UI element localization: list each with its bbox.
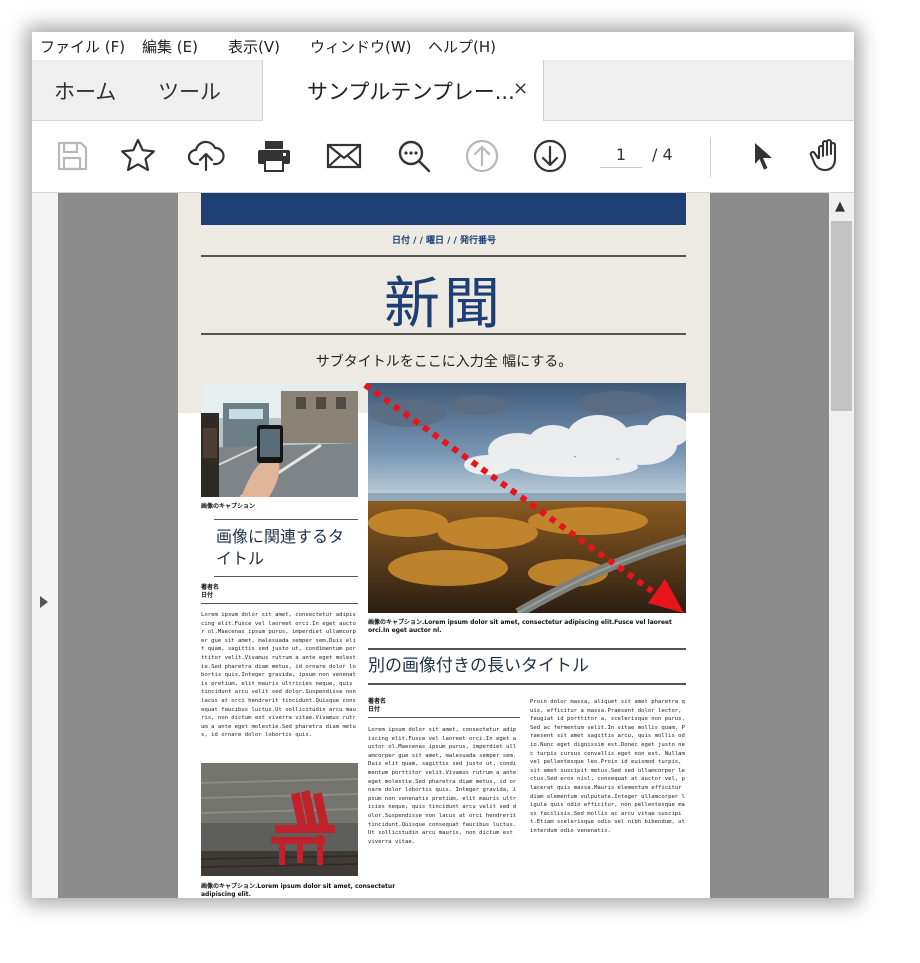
subtitle: サブタイトルをここに入力全 幅にする。 bbox=[315, 354, 573, 370]
page-number-input[interactable]: 1 bbox=[600, 143, 642, 168]
chair-photo bbox=[201, 763, 358, 876]
cloud-upload-icon[interactable] bbox=[184, 134, 228, 178]
rule-top bbox=[201, 255, 686, 257]
main-title-rule-bottom bbox=[368, 683, 686, 685]
scroll-up-icon[interactable]: ▲ bbox=[835, 199, 845, 214]
left-byline-rule bbox=[201, 603, 358, 604]
save-icon[interactable] bbox=[50, 134, 94, 178]
left-byline: 著者名 日付 bbox=[201, 584, 220, 599]
hand-tool-icon[interactable] bbox=[806, 134, 850, 178]
acrobat-window: ファイル (F) 編集 (E) 表示(V) ウィンドウ(W) ヘルプ(H) ホー… bbox=[32, 32, 854, 898]
header-color-band bbox=[201, 193, 686, 225]
left-title-rule-bottom bbox=[214, 576, 358, 577]
menu-bar: ファイル (F) 編集 (E) 表示(V) ウィンドウ(W) ヘルプ(H) bbox=[32, 32, 854, 60]
left-photo-caption: 画像のキャプション bbox=[201, 503, 256, 510]
tab-bar: ホーム ツール サンプルテンプレー... × bbox=[32, 60, 854, 121]
tab-tools[interactable]: ツール bbox=[158, 76, 221, 106]
left-pane-toggle[interactable] bbox=[32, 193, 58, 898]
main-title-rule-top bbox=[368, 648, 686, 650]
select-cursor-icon[interactable] bbox=[740, 134, 784, 178]
tab-document-label: サンプルテンプレー... bbox=[307, 80, 515, 104]
toolbar-divider bbox=[710, 137, 711, 177]
document-page: 日付 / / 曜日 / / 発行番号 新聞 サブタイトルをここに入力全 幅にする… bbox=[178, 193, 710, 898]
left-title-rule-top bbox=[214, 519, 358, 520]
main-article-body-col2: Proin dolor massa, aliquet sit amet phar… bbox=[530, 699, 685, 834]
main-byline-rule bbox=[368, 717, 520, 718]
print-icon[interactable] bbox=[252, 134, 296, 178]
page-count: / 4 bbox=[652, 145, 673, 164]
zoom-icon[interactable] bbox=[392, 134, 436, 178]
main-photo-caption: 画像のキャプション.Lorem ipsum dolor sit amet, co… bbox=[368, 619, 672, 634]
star-icon[interactable] bbox=[116, 134, 160, 178]
main-article-body-col1: Lorem ipsum dolor sit amet, consectetur … bbox=[368, 727, 517, 845]
vertical-scrollbar[interactable]: ▲ bbox=[829, 193, 854, 898]
tab-home[interactable]: ホーム bbox=[54, 76, 116, 106]
menu-window[interactable]: ウィンドウ(W) bbox=[310, 36, 412, 57]
scroll-thumb[interactable] bbox=[831, 221, 852, 411]
street-photo bbox=[201, 383, 358, 497]
main-byline: 著者名 日付 bbox=[368, 698, 387, 713]
landscape-photo bbox=[368, 383, 686, 613]
left-article-title: 画像に関連するタイトル bbox=[216, 527, 345, 568]
page-down-icon[interactable] bbox=[528, 134, 572, 178]
masthead-title: 新聞 bbox=[384, 272, 504, 337]
close-icon[interactable]: × bbox=[513, 78, 528, 99]
rule-bottom bbox=[201, 333, 686, 335]
menu-view[interactable]: 表示(V) bbox=[228, 36, 280, 57]
chair-photo-caption: 画像のキャプション.Lorem ipsum dolor sit amet, co… bbox=[201, 883, 396, 898]
main-article-title: 別の画像付きの長いタイトル bbox=[368, 656, 589, 676]
expand-arrow-icon[interactable] bbox=[40, 596, 48, 608]
date-line: 日付 / / 曜日 / / 発行番号 bbox=[392, 236, 496, 246]
menu-file[interactable]: ファイル (F) bbox=[40, 36, 125, 57]
mail-icon[interactable] bbox=[322, 134, 366, 178]
menu-help[interactable]: ヘルプ(H) bbox=[428, 36, 496, 57]
page-up-icon[interactable] bbox=[460, 134, 504, 178]
document-viewport[interactable]: 日付 / / 曜日 / / 発行番号 新聞 サブタイトルをここに入力全 幅にする… bbox=[58, 193, 829, 898]
left-article-body: Lorem ipsum dolor sit amet, consectetur … bbox=[201, 612, 356, 739]
menu-edit[interactable]: 編集 (E) bbox=[142, 36, 198, 57]
tab-document[interactable]: サンプルテンプレー... × bbox=[262, 60, 544, 121]
toolbar: 1 / 4 bbox=[32, 121, 854, 193]
